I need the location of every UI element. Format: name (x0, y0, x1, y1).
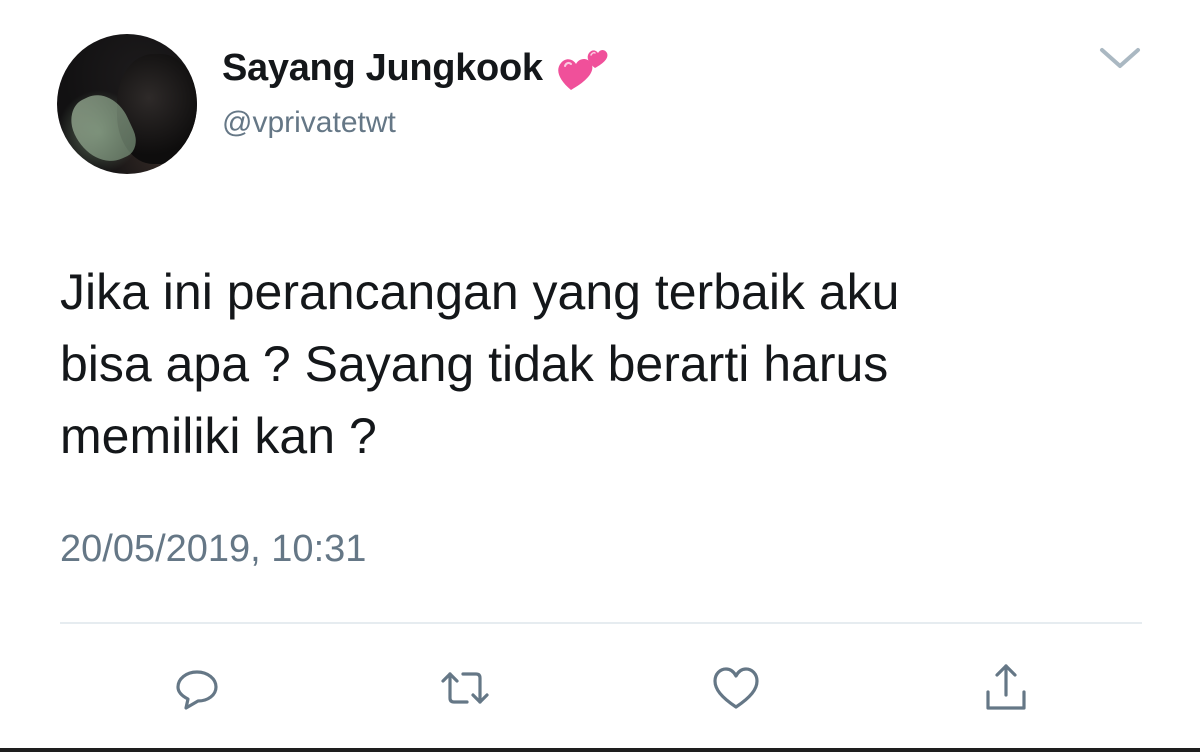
divider (60, 622, 1142, 624)
share-icon (981, 662, 1031, 714)
two-hearts-icon (557, 44, 609, 92)
like-button[interactable] (708, 660, 764, 716)
reply-icon (172, 663, 222, 713)
author-name-row[interactable]: Sayang Jungkook (222, 44, 609, 92)
tweet-timestamp[interactable]: 20/05/2019, 10:31 (60, 528, 366, 571)
chevron-down-icon[interactable] (1098, 44, 1142, 72)
retweet-icon (437, 663, 493, 713)
reply-button[interactable] (169, 660, 225, 716)
retweet-button[interactable] (437, 660, 493, 716)
display-name[interactable]: Sayang Jungkook (222, 47, 543, 90)
like-icon (711, 663, 761, 713)
tweet-action-bar (0, 660, 1200, 716)
bottom-border (0, 748, 1200, 752)
avatar[interactable] (57, 34, 197, 174)
username-handle[interactable]: @vprivatetwt (222, 106, 396, 140)
tweet-text: Jika ini perancangan yang terbaik aku bi… (60, 264, 900, 464)
share-button[interactable] (978, 660, 1034, 716)
